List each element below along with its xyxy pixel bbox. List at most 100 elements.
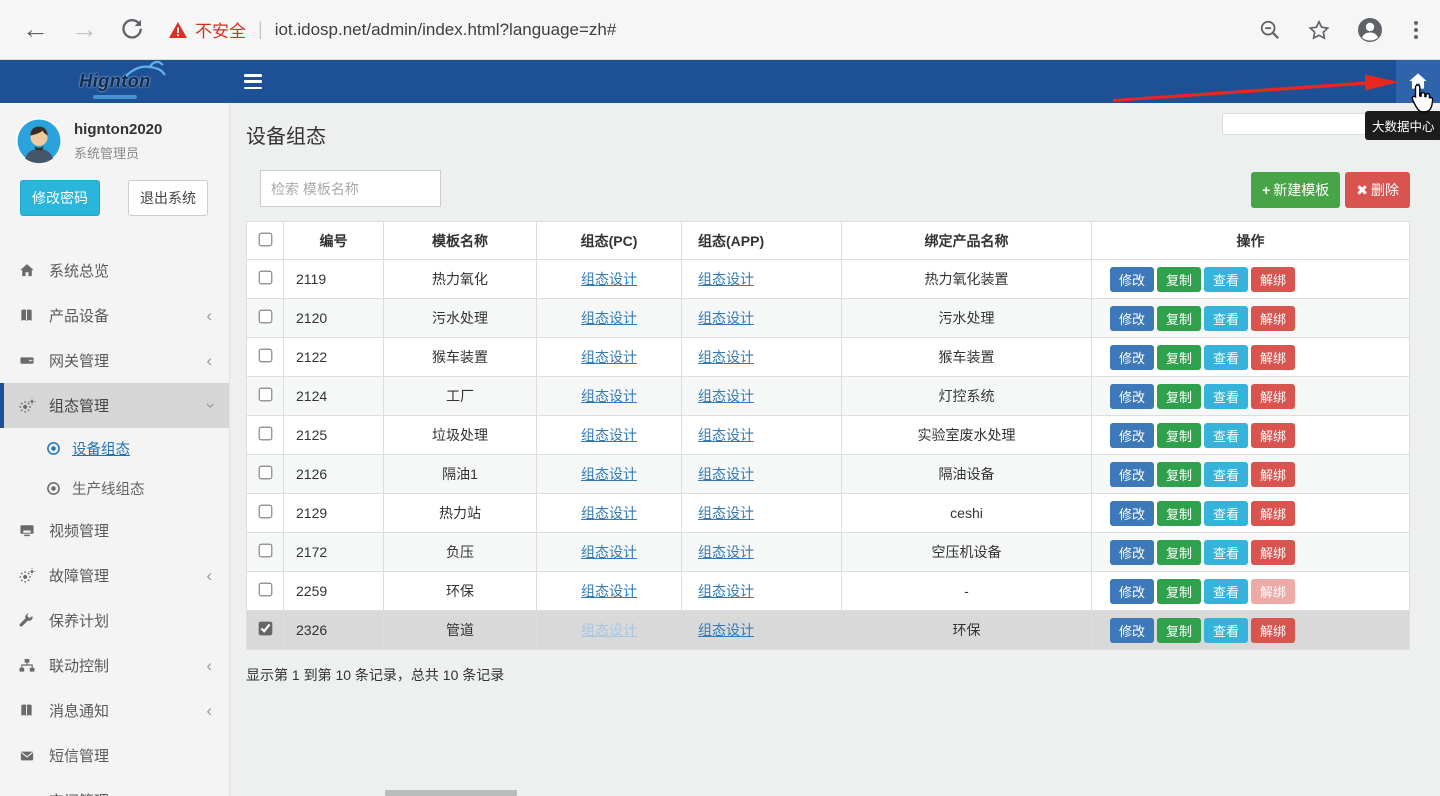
- sidebar-item-6[interactable]: 保养计划: [0, 598, 229, 643]
- edit-action-button[interactable]: 修改: [1110, 462, 1154, 487]
- row-checkbox[interactable]: [258, 583, 272, 597]
- edit-action-button[interactable]: 修改: [1110, 618, 1154, 643]
- sidebar-item-2[interactable]: 网关管理‹: [0, 338, 229, 383]
- edit-action-button[interactable]: 修改: [1110, 345, 1154, 370]
- unbind-action-button[interactable]: 解绑: [1251, 345, 1295, 370]
- sidebar-item-5[interactable]: 故障管理‹: [0, 553, 229, 598]
- app-config-link[interactable]: 组态设计: [698, 583, 754, 599]
- view-action-button[interactable]: 查看: [1204, 579, 1248, 604]
- app-config-link[interactable]: 组态设计: [698, 544, 754, 560]
- change-password-button[interactable]: 修改密码: [20, 180, 100, 216]
- edit-action-button[interactable]: 修改: [1110, 501, 1154, 526]
- app-config-link[interactable]: 组态设计: [698, 466, 754, 482]
- row-checkbox[interactable]: [258, 310, 272, 324]
- row-checkbox[interactable]: [258, 622, 272, 636]
- row-checkbox[interactable]: [258, 427, 272, 441]
- submenu-item-3-1[interactable]: 生产线组态: [0, 468, 229, 508]
- pc-config-link[interactable]: 组态设计: [581, 583, 637, 599]
- view-action-button[interactable]: 查看: [1204, 267, 1248, 292]
- edit-action-button[interactable]: 修改: [1110, 540, 1154, 565]
- pc-config-link[interactable]: 组态设计: [581, 349, 637, 365]
- view-action-button[interactable]: 查看: [1204, 423, 1248, 448]
- pc-config-link[interactable]: 组态设计: [581, 388, 637, 404]
- browser-reload-icon[interactable]: [120, 18, 143, 41]
- copy-action-button[interactable]: 复制: [1157, 384, 1201, 409]
- pc-config-link[interactable]: 组态设计: [581, 466, 637, 482]
- row-checkbox[interactable]: [258, 505, 272, 519]
- view-action-button[interactable]: 查看: [1204, 501, 1248, 526]
- browser-menu-icon[interactable]: [1410, 17, 1422, 43]
- unbind-action-button[interactable]: 解绑: [1251, 501, 1295, 526]
- delete-button[interactable]: ✖删除: [1345, 172, 1410, 208]
- pc-config-link[interactable]: 组态设计: [581, 310, 637, 326]
- copy-action-button[interactable]: 复制: [1157, 345, 1201, 370]
- browser-back-icon[interactable]: ←: [22, 16, 49, 43]
- sidebar-item-3[interactable]: 组态管理‹: [0, 383, 229, 428]
- copy-action-button[interactable]: 复制: [1157, 618, 1201, 643]
- sidebar-toggle-icon[interactable]: [244, 74, 262, 89]
- app-config-link[interactable]: 组态设计: [698, 388, 754, 404]
- pc-config-link[interactable]: 组态设计: [581, 427, 637, 443]
- pc-config-link[interactable]: 组态设计: [581, 505, 637, 521]
- app-config-link[interactable]: 组态设计: [698, 505, 754, 521]
- sidebar-item-9[interactable]: 短信管理: [0, 733, 229, 778]
- app-config-link[interactable]: 组态设计: [698, 271, 754, 287]
- app-config-link[interactable]: 组态设计: [698, 622, 754, 638]
- app-config-link[interactable]: 组态设计: [698, 427, 754, 443]
- select-all-checkbox[interactable]: [258, 232, 272, 246]
- brand-logo[interactable]: Hignton: [0, 60, 230, 103]
- sidebar-item-8[interactable]: 消息通知‹: [0, 688, 229, 733]
- row-checkbox[interactable]: [258, 466, 272, 480]
- edit-action-button[interactable]: 修改: [1110, 384, 1154, 409]
- row-checkbox[interactable]: [258, 271, 272, 285]
- row-checkbox[interactable]: [258, 388, 272, 402]
- zoom-out-icon[interactable]: [1259, 19, 1281, 41]
- copy-action-button[interactable]: 复制: [1157, 501, 1201, 526]
- unbind-action-button[interactable]: 解绑: [1251, 462, 1295, 487]
- sidebar-item-1[interactable]: 产品设备‹: [0, 293, 229, 338]
- app-config-link[interactable]: 组态设计: [698, 310, 754, 326]
- big-data-center-home-button[interactable]: [1396, 60, 1440, 103]
- app-config-link[interactable]: 组态设计: [698, 349, 754, 365]
- copy-action-button[interactable]: 复制: [1157, 462, 1201, 487]
- unbind-action-button[interactable]: 解绑: [1251, 423, 1295, 448]
- logout-button[interactable]: 退出系统: [128, 180, 208, 216]
- pc-config-link[interactable]: 组态设计: [581, 622, 637, 638]
- view-action-button[interactable]: 查看: [1204, 618, 1248, 643]
- pc-config-link[interactable]: 组态设计: [581, 544, 637, 560]
- view-action-button[interactable]: 查看: [1204, 540, 1248, 565]
- copy-action-button[interactable]: 复制: [1157, 579, 1201, 604]
- submenu-item-3-0[interactable]: 设备组态: [0, 428, 229, 468]
- row-checkbox[interactable]: [258, 544, 272, 558]
- sidebar-item-0[interactable]: 系统总览: [0, 248, 229, 293]
- security-warning-label[interactable]: 不安全: [195, 17, 246, 42]
- bookmark-star-icon[interactable]: [1308, 19, 1330, 41]
- browser-profile-avatar[interactable]: [1357, 17, 1383, 43]
- unbind-action-button[interactable]: 解绑: [1251, 540, 1295, 565]
- url-text[interactable]: iot.idosp.net/admin/index.html?language=…: [275, 20, 617, 40]
- view-action-button[interactable]: 查看: [1204, 462, 1248, 487]
- edit-action-button[interactable]: 修改: [1110, 579, 1154, 604]
- address-bar[interactable]: 不安全 | iot.idosp.net/admin/index.html?lan…: [169, 17, 1259, 42]
- unbind-action-button[interactable]: 解绑: [1251, 618, 1295, 643]
- sidebar-item-7[interactable]: 联动控制‹: [0, 643, 229, 688]
- view-action-button[interactable]: 查看: [1204, 384, 1248, 409]
- new-template-button[interactable]: +新建模板: [1251, 172, 1340, 208]
- copy-action-button[interactable]: 复制: [1157, 306, 1201, 331]
- view-action-button[interactable]: 查看: [1204, 345, 1248, 370]
- sidebar-item-10[interactable]: 空间管理: [0, 778, 229, 796]
- unbind-action-button[interactable]: 解绑: [1251, 579, 1295, 604]
- edit-action-button[interactable]: 修改: [1110, 306, 1154, 331]
- unbind-action-button[interactable]: 解绑: [1251, 384, 1295, 409]
- pc-config-link[interactable]: 组态设计: [581, 271, 637, 287]
- browser-forward-icon[interactable]: →: [71, 16, 98, 43]
- unbind-action-button[interactable]: 解绑: [1251, 306, 1295, 331]
- copy-action-button[interactable]: 复制: [1157, 423, 1201, 448]
- row-checkbox[interactable]: [258, 349, 272, 363]
- copy-action-button[interactable]: 复制: [1157, 267, 1201, 292]
- edit-action-button[interactable]: 修改: [1110, 267, 1154, 292]
- template-search-input[interactable]: [260, 170, 441, 207]
- copy-action-button[interactable]: 复制: [1157, 540, 1201, 565]
- view-action-button[interactable]: 查看: [1204, 306, 1248, 331]
- unbind-action-button[interactable]: 解绑: [1251, 267, 1295, 292]
